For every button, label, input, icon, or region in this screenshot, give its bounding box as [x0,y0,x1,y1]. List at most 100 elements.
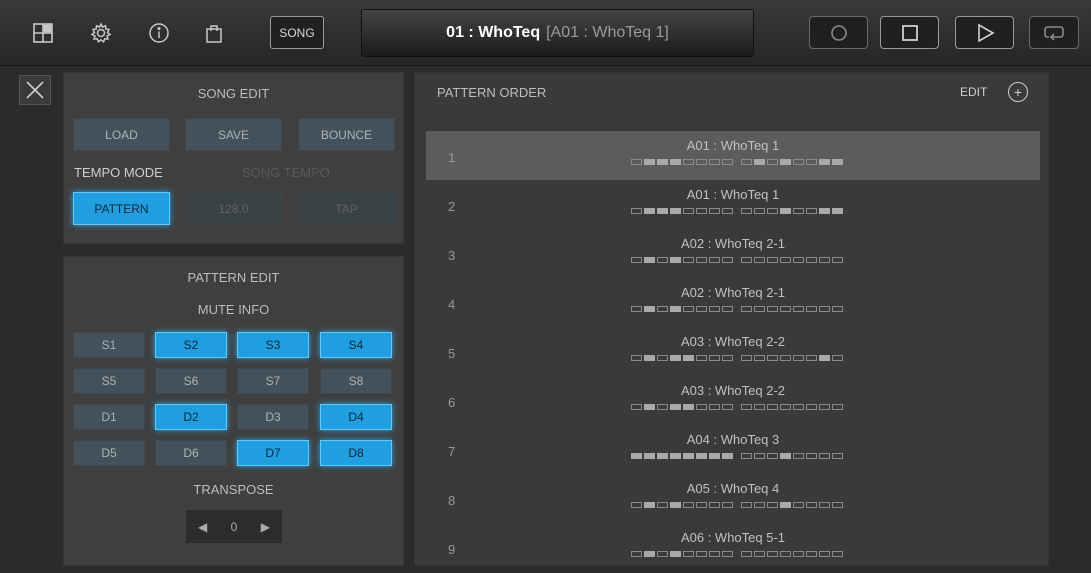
close-button[interactable] [19,75,51,105]
step-cell [767,502,778,508]
tempo-value-field[interactable]: 128.0 [185,192,282,225]
pattern-order-row[interactable]: 5 A03 : WhoTeq 2-2 [426,327,1040,376]
info-icon[interactable] [144,18,174,48]
step-cell [644,257,655,263]
step-cell [722,453,733,459]
mute-toggle-s1[interactable]: S1 [73,332,145,358]
step-cell [793,306,804,312]
decrease-arrow-icon[interactable]: ◀ [198,520,207,534]
pattern-order-row[interactable]: 6 A03 : WhoTeq 2-2 [426,376,1040,425]
step-cell [832,306,843,312]
step-cell [657,208,668,214]
shopping-bag-icon[interactable] [199,18,229,48]
mute-toggle-s4[interactable]: S4 [320,332,392,358]
mute-toggle-d5[interactable]: D5 [73,440,145,466]
step-cell [819,502,830,508]
step-cell [696,502,707,508]
pattern-order-row[interactable]: 3 A02 : WhoTeq 2-1 [426,229,1040,278]
pattern-order-row[interactable]: 7 A04 : WhoTeq 3 [426,425,1040,474]
step-cell [754,453,765,459]
tempo-mode-label: TEMPO MODE [74,165,163,180]
step-cell [722,257,733,263]
step-cell [741,257,752,263]
step-cell [696,306,707,312]
load-button[interactable]: LOAD [73,118,170,151]
step-cell [806,551,817,557]
pattern-order-row[interactable]: 8 A05 : WhoTeq 4 [426,474,1040,523]
pattern-order-row[interactable]: 9 A06 : WhoTeq 5-1 [426,523,1040,572]
mute-toggle-s3[interactable]: S3 [237,332,309,358]
step-cell [631,355,642,361]
mute-toggle-d4[interactable]: D4 [320,404,392,430]
mute-toggle-d8[interactable]: D8 [320,440,392,466]
mute-toggle-d1[interactable]: D1 [73,404,145,430]
gear-icon[interactable] [86,18,116,48]
add-pattern-button[interactable]: + [1008,82,1028,102]
step-cell [657,551,668,557]
pattern-grid-icon[interactable] [28,18,58,48]
transpose-stepper[interactable]: ◀ 0 ▶ [186,510,282,543]
step-indicator [631,208,845,214]
mute-toggle-s7[interactable]: S7 [237,368,309,394]
pattern-order-row[interactable]: 1 A01 : WhoTeq 1 [426,131,1040,180]
step-cell [683,257,694,263]
step-cell [754,404,765,410]
step-cell [722,208,733,214]
pattern-tempo-button[interactable]: PATTERN [73,192,170,225]
step-cell [709,355,720,361]
step-cell [819,551,830,557]
step-indicator [631,159,845,165]
step-cell [657,453,668,459]
plus-icon: + [1013,84,1023,100]
step-cell [657,306,668,312]
step-cell [754,355,765,361]
tap-button[interactable]: TAP [298,192,395,225]
step-cell [709,208,720,214]
step-cell [767,551,778,557]
step-cell [696,208,707,214]
pattern-order-panel: PATTERN ORDER EDIT + 1 A01 : WhoTeq 1 2 A01… [414,72,1049,566]
mute-toggle-s2[interactable]: S2 [155,332,227,358]
pattern-order-edit-button[interactable]: EDIT [960,85,987,99]
step-cell [754,551,765,557]
pattern-order-row[interactable]: 2 A01 : WhoTeq 1 [426,180,1040,229]
step-cell [670,404,681,410]
pattern-order-name: A02 : WhoTeq 2-1 [680,285,786,300]
pattern-order-name: A06 : WhoTeq 5-1 [680,530,786,545]
mute-toggle-s6[interactable]: S6 [155,368,227,394]
step-cell [696,404,707,410]
loop-button[interactable] [1029,16,1079,49]
step-cell [806,502,817,508]
stop-button[interactable] [880,16,939,49]
song-mode-button[interactable]: SONG [270,16,324,49]
mute-toggle-d3[interactable]: D3 [237,404,309,430]
step-indicator [631,453,845,459]
increase-arrow-icon[interactable]: ▶ [261,520,270,534]
mute-toggle-d7[interactable]: D7 [237,440,309,466]
step-cell [670,551,681,557]
song-edit-panel: SONG EDIT LOAD SAVE BOUNCE TEMPO MODE SO… [63,72,404,244]
step-cell [631,159,642,165]
pattern-order-name: A01 : WhoTeq 1 [686,138,780,153]
step-cell [832,208,843,214]
play-button[interactable] [955,16,1014,49]
step-cell [806,453,817,459]
record-button[interactable] [809,16,868,49]
step-cell [767,208,778,214]
step-cell [696,257,707,263]
step-cell [819,453,830,459]
step-cell [819,306,830,312]
pattern-order-list: 1 A01 : WhoTeq 1 2 A01 : WhoTeq 1 3 A02 : Who… [426,131,1040,572]
save-button[interactable]: SAVE [185,118,282,151]
bounce-button[interactable]: BOUNCE [298,118,395,151]
step-cell [780,404,791,410]
pattern-order-row[interactable]: 4 A02 : WhoTeq 2-1 [426,278,1040,327]
pattern-order-name: A04 : WhoTeq 3 [686,432,780,447]
song-display[interactable]: 01 : WhoTeq [A01 : WhoTeq 1] [361,9,754,57]
mute-toggle-s8[interactable]: S8 [320,368,392,394]
step-cell [754,257,765,263]
mute-toggle-d6[interactable]: D6 [155,440,227,466]
step-cell [657,502,668,508]
mute-toggle-d2[interactable]: D2 [155,404,227,430]
mute-toggle-s5[interactable]: S5 [73,368,145,394]
